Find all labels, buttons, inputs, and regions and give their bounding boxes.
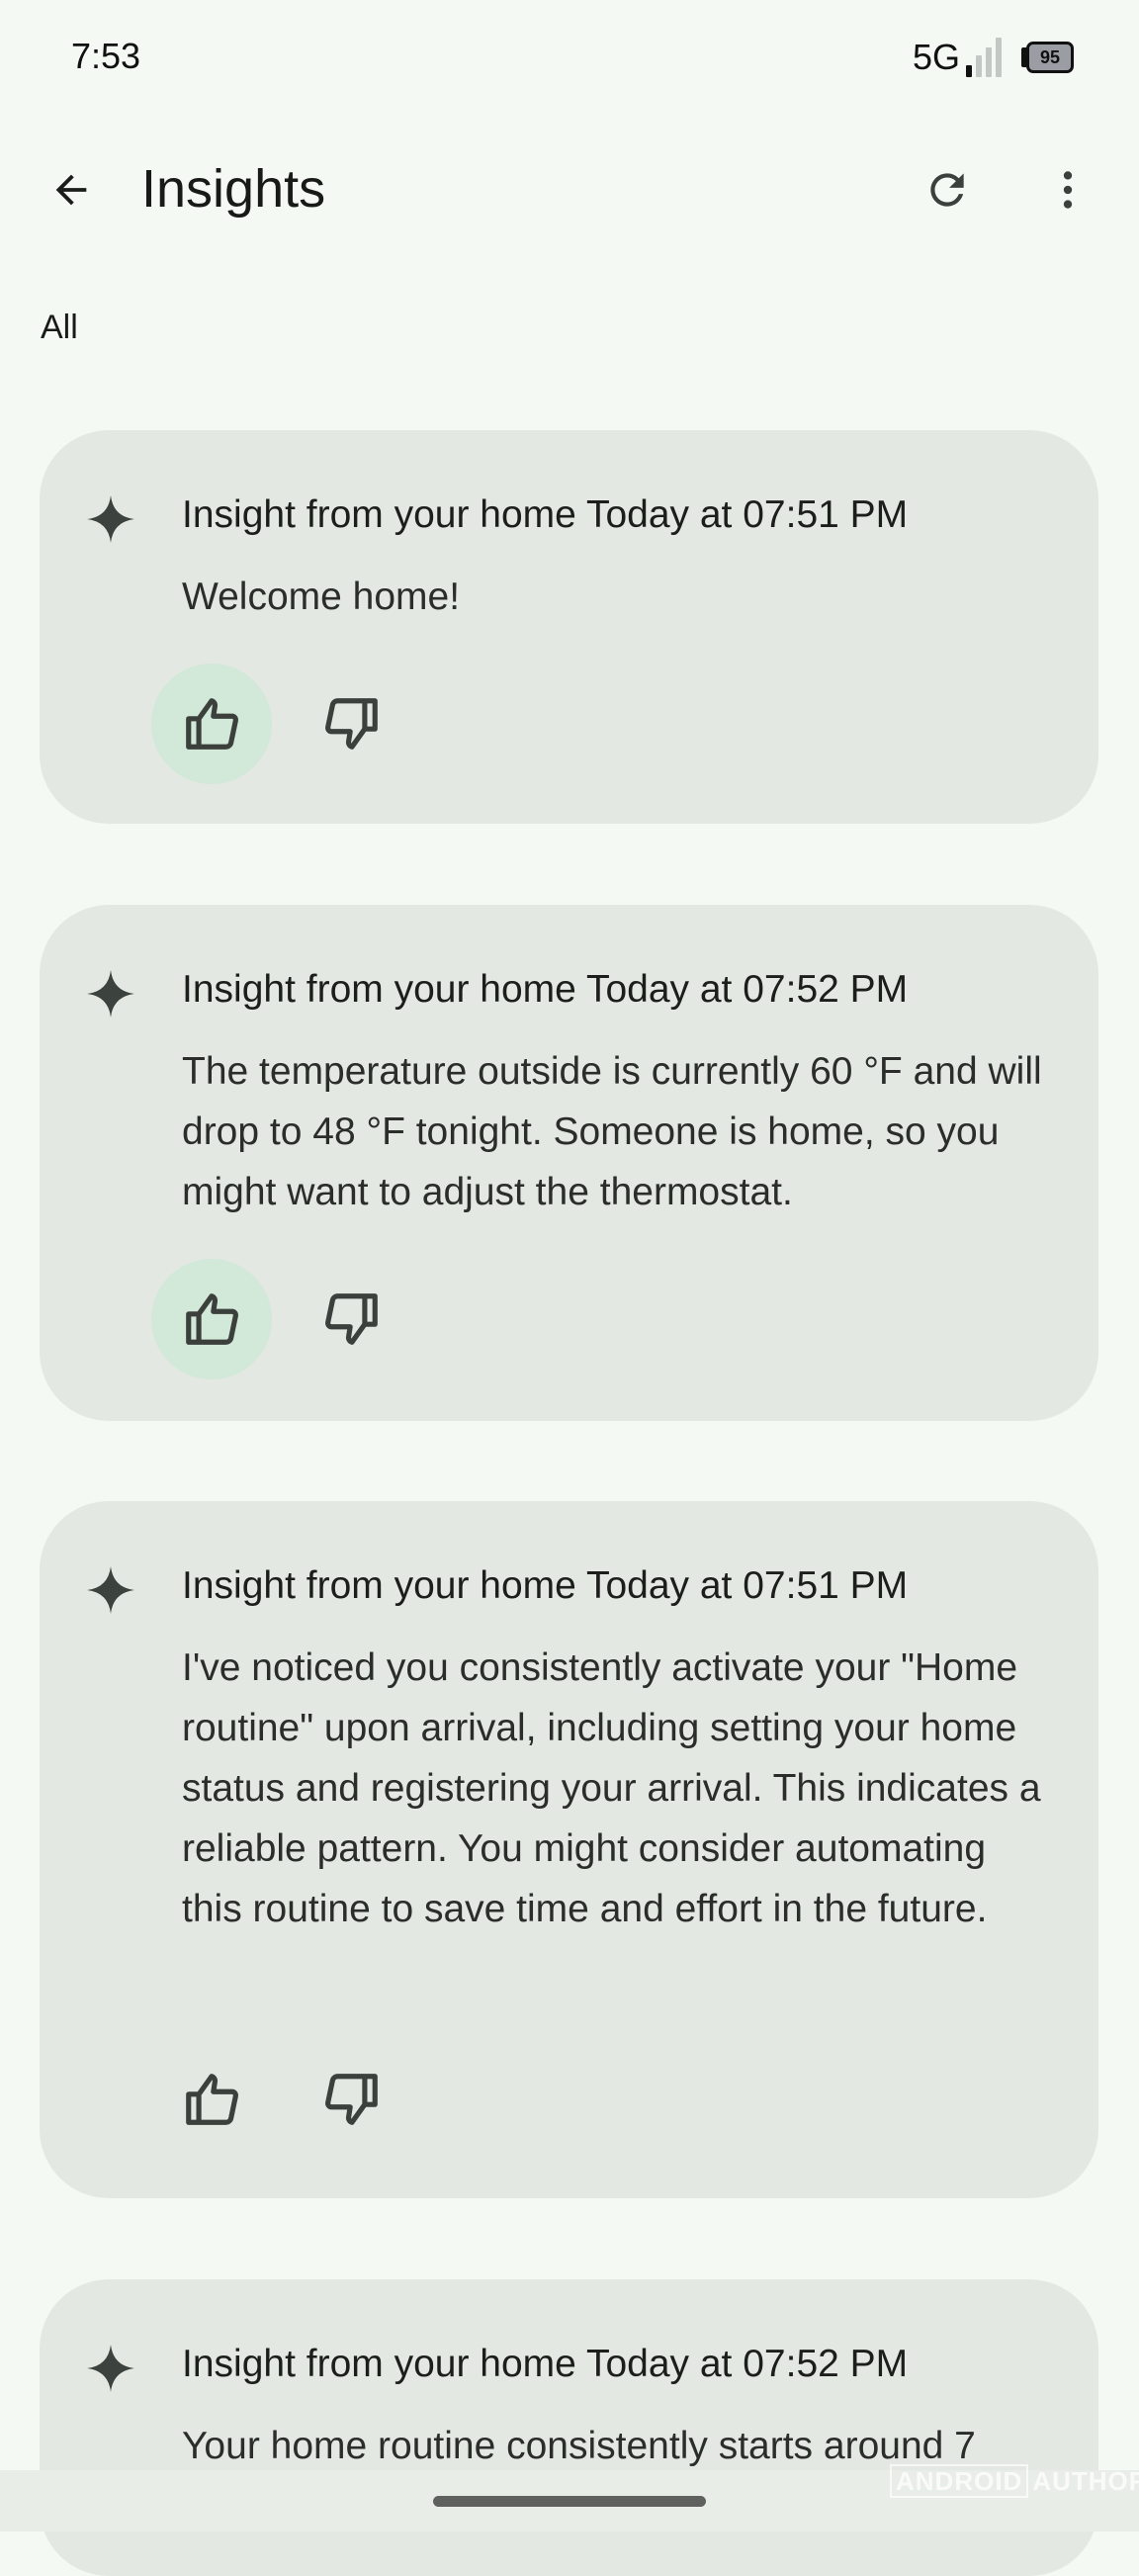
thumbs-up-button[interactable] (151, 1259, 272, 1379)
thumbs-down-button[interactable] (292, 664, 412, 784)
insight-card: Insight from your home Today at 07:51 PM… (40, 430, 1098, 824)
thumbs-down-button[interactable] (292, 1259, 412, 1379)
status-bar: 7:53 5G 95 (0, 0, 1139, 114)
refresh-icon (930, 173, 964, 207)
insight-title: Insight from your home Today at 07:52 PM (182, 968, 909, 1011)
battery-icon: 95 (1021, 42, 1074, 73)
network-type: 5G (912, 37, 960, 77)
page-title: Insights (141, 159, 326, 219)
thumbs-down-button[interactable] (292, 2039, 412, 2160)
thumbs-down-icon (325, 698, 378, 750)
status-indicators: 5G 95 (913, 36, 1074, 79)
insight-body: Welcome home! (182, 576, 461, 618)
watermark-part2: AUTHORITY (1032, 2466, 1139, 2496)
refresh-button[interactable] (912, 154, 983, 225)
thumbs-up-icon (186, 1293, 238, 1345)
thumbs-up-icon (186, 698, 238, 750)
insight-card: Insight from your home Today at 07:52 PM… (40, 905, 1098, 1421)
battery-level: 95 (1026, 42, 1074, 73)
gesture-handle[interactable] (433, 2496, 706, 2507)
insight-card: Insight from your home Today at 07:52 PM… (40, 2279, 1098, 2576)
sparkle-icon (87, 2345, 134, 2392)
arrow-back-icon (55, 174, 87, 206)
insight-title: Insight from your home Today at 07:51 PM (182, 493, 909, 536)
filter-all[interactable]: All (41, 309, 78, 347)
sparkle-icon (87, 495, 134, 543)
sparkle-icon (87, 970, 134, 1018)
signal-strength-icon (966, 38, 1002, 77)
watermark: ANDROIDAUTHORITY (890, 2464, 1139, 2498)
thumbs-down-icon (325, 1293, 378, 1345)
insight-card: Insight from your home Today at 07:51 PM… (40, 1501, 1098, 2198)
thumbs-up-button[interactable] (151, 664, 272, 784)
insight-title: Insight from your home Today at 07:52 PM (182, 2343, 909, 2385)
thumbs-up-icon (186, 2074, 238, 2125)
insight-title: Insight from your home Today at 07:51 PM (182, 1564, 909, 1607)
app-bar: Insights (0, 129, 1139, 247)
thumbs-up-button[interactable] (151, 2039, 272, 2160)
back-button[interactable] (38, 156, 105, 223)
sparkle-icon (87, 1566, 134, 1614)
thumbs-down-icon (325, 2074, 378, 2125)
more-options-button[interactable] (1032, 154, 1103, 225)
watermark-part1: ANDROID (890, 2464, 1029, 2498)
insight-body: I've noticed you consistently activate y… (182, 1646, 1041, 1930)
status-time: 7:53 (71, 36, 141, 76)
insight-body: The temperature outside is currently 60 … (182, 1050, 1042, 1213)
more-vert-icon (1063, 171, 1073, 209)
